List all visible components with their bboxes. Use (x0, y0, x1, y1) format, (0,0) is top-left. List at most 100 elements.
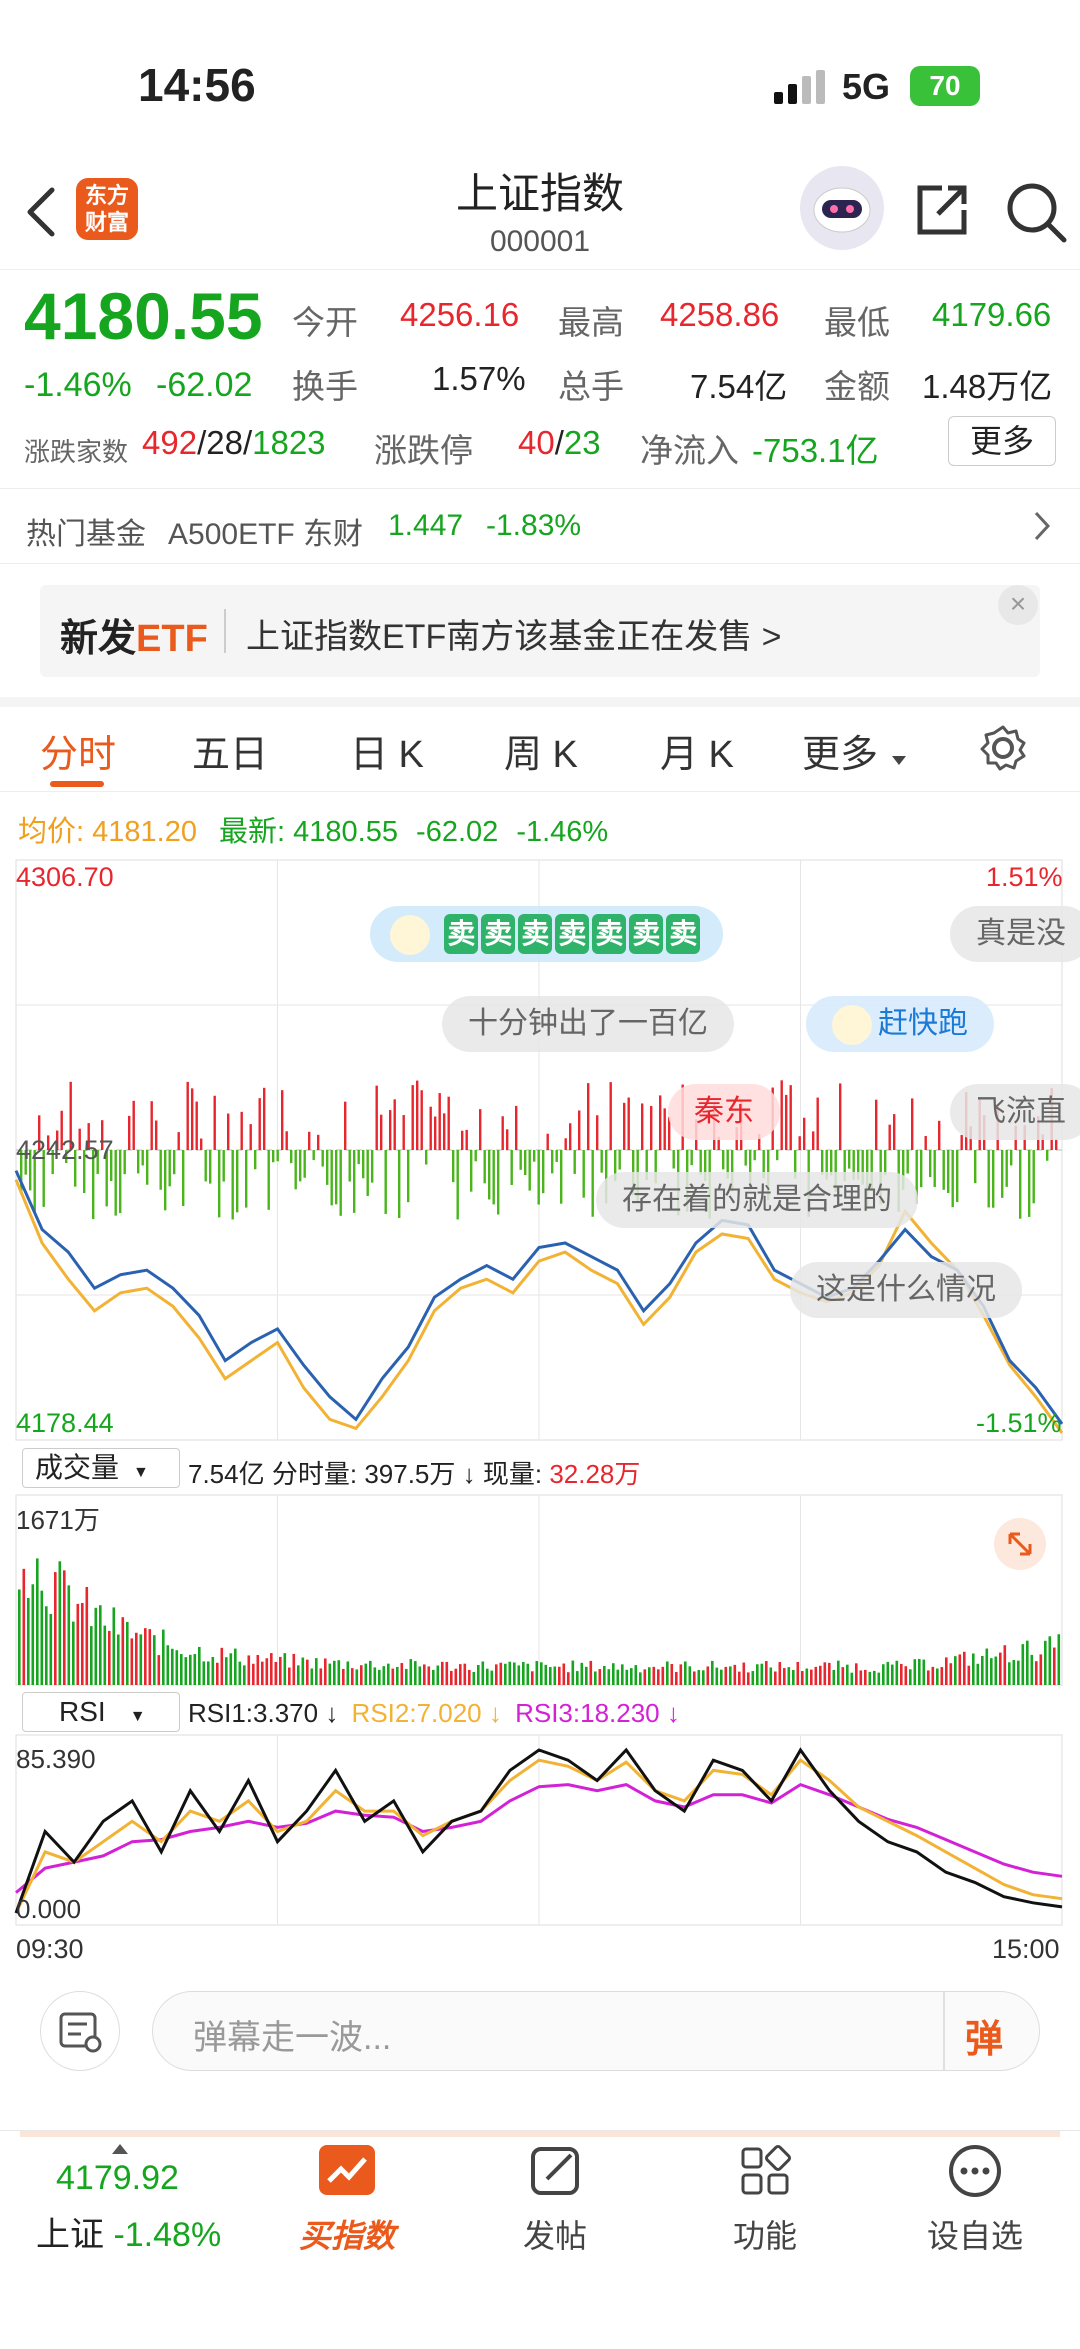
volume-bar-up (679, 1664, 683, 1685)
volume-bar-down (418, 1666, 422, 1685)
rsi-stats: RSI1:3.370 ↓ RSI2:7.020 ↓ RSI3:18.230 ↓ (188, 1698, 680, 1729)
volume-bar-up (391, 1668, 395, 1685)
tabbar-index[interactable]: 上证 -1.48% (36, 2207, 221, 2256)
volume-bar-down (67, 1585, 71, 1685)
tab-more[interactable]: 更多 (802, 723, 878, 778)
tab-weekly-k[interactable]: 周 K (504, 723, 578, 778)
volume-bar-up (558, 1666, 561, 1685)
flow-bar-down (821, 1150, 824, 1175)
flow-bar-down (137, 1150, 140, 1174)
turnover-label: 换手 (292, 368, 358, 405)
tab-post-label: 发帖 (522, 2218, 587, 2254)
volume-bar-down (1057, 1634, 1061, 1685)
flow-bar-down (906, 1150, 909, 1174)
search-icon[interactable] (1004, 180, 1068, 249)
volume-bar-up (670, 1663, 674, 1685)
volume-bar-up (360, 1665, 363, 1685)
caret-down-icon: ▼ (129, 1708, 146, 1725)
volume-bar-down (976, 1663, 980, 1685)
rsi-min-label: 0.000 (16, 1894, 82, 1924)
grid-icon (735, 2141, 795, 2201)
volume-bar-down (1048, 1636, 1052, 1685)
tab-intraday[interactable]: 分时 (40, 723, 116, 778)
volume-bar-down (193, 1654, 197, 1685)
settings-icon[interactable] (978, 723, 1028, 778)
flow-bar-down (312, 1150, 315, 1161)
danmaku-settings-icon[interactable] (40, 1991, 120, 2071)
banner-text: 上证指数ETF南方该基金正在发售 > (246, 618, 782, 656)
tabbar-index-pct: -1.48% (113, 2216, 222, 2254)
hot-fund-price: 1.447 (388, 509, 464, 542)
amount-value: 1.48万亿 (922, 368, 1053, 405)
flow-bar-down (474, 1150, 477, 1162)
tab-five-day[interactable]: 五日 (192, 723, 268, 778)
volume-bar-down (310, 1668, 314, 1685)
expand-icon[interactable] (994, 1518, 1046, 1570)
flow-bar-up (308, 1131, 311, 1150)
volume-bar-down (103, 1625, 107, 1685)
flow-bar-up (447, 1096, 450, 1150)
volume-selector[interactable]: 成交量 ▼ (22, 1448, 180, 1488)
rsi1-value: RSI1:3.370 ↓ (188, 1698, 339, 1728)
volume-bar-up (999, 1652, 1002, 1685)
banner-tag: 新发ETF (60, 607, 208, 662)
volume-bar-down (805, 1668, 809, 1685)
tab-watchlist[interactable]: 设自选 (900, 2141, 1050, 2257)
volume-bar-down (715, 1667, 719, 1685)
volume-bar-down (301, 1657, 305, 1685)
flow-bar-down (956, 1150, 959, 1203)
flow-bar-up (596, 1115, 599, 1150)
volume-bar-down (981, 1655, 984, 1685)
flow-bar-up (506, 1129, 509, 1150)
volume-bar-down (504, 1663, 507, 1685)
tabbar-index-price[interactable]: 4179.92 (56, 2159, 179, 2198)
tab-daily-k[interactable]: 日 K (350, 723, 424, 778)
volume-bar-down (513, 1662, 516, 1685)
tab-buy-index[interactable]: 买指数 (272, 2141, 422, 2257)
chart-header: 均价: 4181.20 最新: 4180.55 -62.02 -1.46% (18, 808, 608, 850)
flow-bar-up (569, 1123, 572, 1150)
chevron-right-icon (1032, 509, 1052, 548)
flow-bar-up (663, 1108, 666, 1150)
more-button[interactable]: 更多 (948, 416, 1056, 466)
rsi-selector[interactable]: RSI ▼ (22, 1692, 180, 1732)
volume-bar-down (607, 1669, 611, 1685)
share-icon[interactable] (912, 180, 972, 245)
volume-bar-up (342, 1668, 345, 1685)
flow-bar-down (254, 1150, 257, 1170)
hot-fund-bar[interactable]: 热门基金 A500ETF 东财 1.447 -1.83% (0, 488, 1080, 564)
send-danmaku-button[interactable]: 弹 (965, 2008, 1003, 2063)
flow-bar-down (1001, 1150, 1004, 1198)
flow-bar-down (339, 1150, 342, 1216)
close-icon[interactable]: × (998, 585, 1038, 625)
limit-values: 40/23 (518, 424, 601, 461)
volume-bar-up (900, 1663, 903, 1685)
flow-bar-down (1010, 1150, 1013, 1166)
volume-bar-down (909, 1669, 912, 1685)
volume-bar-down (243, 1665, 246, 1685)
tab-post[interactable]: 发帖 (480, 2141, 630, 2257)
assistant-avatar[interactable] (800, 166, 884, 250)
flow-bar-down (753, 1150, 756, 1161)
etf-banner[interactable]: 新发ETF 上证指数ETF南方该基金正在发售 > × (40, 585, 1040, 677)
tab-monthly-k[interactable]: 月 K (660, 723, 734, 778)
flow-bar-up (564, 1138, 567, 1150)
rsi-selector-label: RSI (59, 1696, 106, 1727)
flow-bar-down (114, 1150, 117, 1216)
volume-bar-down (688, 1666, 692, 1685)
tab-functions[interactable]: 功能 (690, 2141, 840, 2257)
flow-bar-up (375, 1085, 378, 1150)
flow-bar-down (407, 1150, 410, 1203)
volume-bar-down (94, 1607, 98, 1685)
volume-bar-up (306, 1659, 309, 1685)
volume-bar-up (927, 1670, 930, 1685)
volume-bar-down (594, 1671, 597, 1685)
danmaku-input[interactable]: 弹幕走一波... 弹 (152, 1991, 1040, 2071)
flow-bar-up (789, 1085, 792, 1150)
volume-bar-down (913, 1659, 917, 1685)
flow-bar-down (294, 1150, 297, 1190)
caret-down-icon: ▼ (133, 1464, 149, 1481)
volume-bar-down (328, 1663, 332, 1685)
volume-bar-down (1017, 1660, 1020, 1685)
volume-bar-down (895, 1660, 899, 1685)
